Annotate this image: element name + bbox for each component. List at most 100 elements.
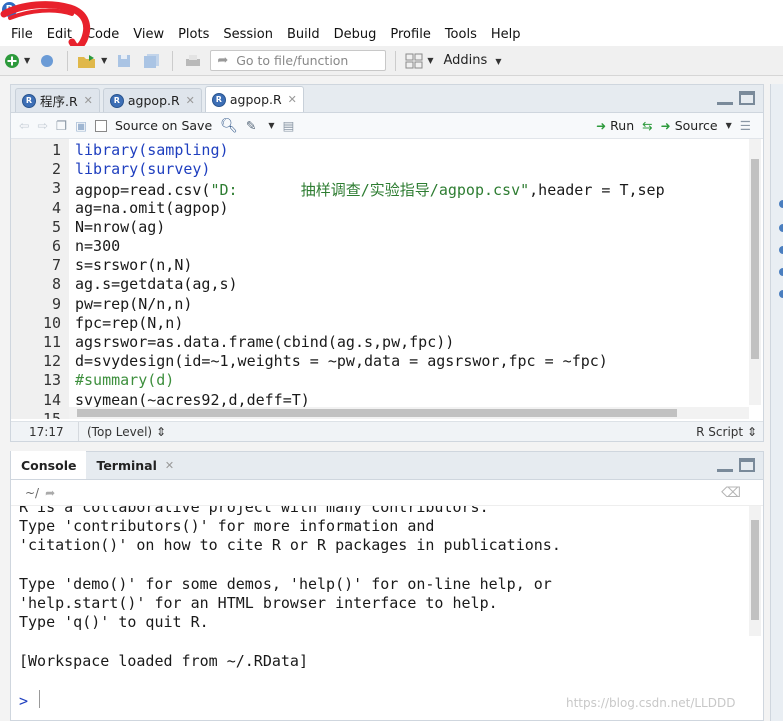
close-icon[interactable]: ✕ (84, 94, 93, 107)
chevron-down-icon: ▼ (101, 56, 108, 65)
scope-label: (Top Level) (87, 424, 153, 439)
menu-edit[interactable]: Edit (40, 27, 79, 42)
string-literal: "D: 抽样调查/实验指导/agpop.csv" (210, 181, 530, 200)
file-type-label: R Script (696, 424, 744, 439)
menu-build[interactable]: Build (280, 27, 327, 42)
go-to-file-input[interactable]: ➦ Go to file/function (210, 50, 387, 71)
menu-session[interactable]: Session (216, 27, 280, 42)
environment-item-icon (779, 290, 783, 298)
console-line: [Workspace loaded from ~/.RData] (19, 651, 308, 670)
code-line: library(sampling) (75, 141, 229, 159)
line-number: 15 (42, 409, 61, 419)
r-file-icon: R (211, 92, 226, 107)
updown-icon: ⇕ (746, 424, 757, 439)
console-prompt: > (19, 692, 29, 710)
save-button[interactable] (113, 50, 135, 72)
close-icon[interactable]: ✕ (186, 94, 195, 107)
scrollbar-thumb[interactable] (751, 520, 759, 620)
code-line: n=300 (75, 237, 121, 255)
scrollbar-thumb[interactable] (77, 409, 677, 417)
editor-status-bar: 17:17 (Top Level) ⇕ R Script ⇕ (11, 421, 763, 441)
project-icon (41, 54, 54, 67)
back-arrow-icon[interactable]: ⇦ (19, 118, 29, 133)
code-token: ,header = T,sep (529, 181, 665, 200)
menu-debug[interactable]: Debug (327, 27, 384, 42)
scrollbar-thumb[interactable] (751, 159, 759, 359)
watermark: https://blog.csdn.net/LLDDD (566, 696, 736, 710)
menu-help[interactable]: Help (484, 27, 528, 42)
menu-view[interactable]: View (126, 27, 171, 42)
file-type-selector[interactable]: R Script ⇕ (696, 425, 757, 439)
go-to-directory-icon[interactable]: ➦ (45, 486, 55, 500)
code-line: s=srswor(n,N) (75, 256, 193, 275)
console-output[interactable]: R is a collaborative project with many c… (11, 506, 763, 720)
editor-vertical-scrollbar[interactable] (749, 139, 761, 405)
editor-horizontal-scrollbar[interactable] (69, 407, 749, 419)
close-icon[interactable]: ✕ (288, 93, 297, 106)
search-icon[interactable]: 🔍︎ (220, 118, 238, 134)
tab-agpop-r-2[interactable]: R agpop.R ✕ (204, 86, 304, 112)
pane-layout-button[interactable]: ▼ (405, 50, 433, 72)
environment-item-icon (779, 200, 783, 208)
r-file-icon: R (109, 93, 124, 108)
menu-tools[interactable]: Tools (438, 27, 484, 42)
open-file-button[interactable]: ▼ (77, 50, 107, 72)
code-tools-wand-icon[interactable]: ✎ (246, 118, 256, 133)
environment-item-icon (779, 224, 783, 232)
updown-icon: ⇕ (155, 424, 166, 439)
addins-menu[interactable]: Addins ▼ (443, 53, 501, 68)
console-scrollbar[interactable] (749, 506, 761, 636)
line-number: 13 (42, 371, 61, 390)
menu-profile[interactable]: Profile (383, 27, 437, 42)
maximize-pane-icon[interactable] (739, 458, 755, 472)
chevron-down-icon: ▼ (427, 56, 434, 65)
minimize-pane-icon[interactable] (717, 458, 733, 472)
show-in-window-icon[interactable]: ❐ (56, 118, 67, 133)
scope-selector[interactable]: (Top Level) ⇕ (79, 425, 166, 439)
run-label: Run (610, 118, 635, 133)
console-line: R is a collaborative project with many c… (19, 506, 489, 516)
source-button[interactable]: ➜ Source ▼ (661, 118, 732, 133)
console-tab-bar: Console Terminal ✕ (11, 451, 763, 480)
code-line: agpop=read.csv("D: 抽样调查/实验指导/agpop.csv",… (75, 179, 665, 200)
clear-console-broom-icon[interactable]: ⌫ (721, 485, 741, 501)
run-button[interactable]: ➜ Run (596, 118, 634, 133)
line-number: 12 (42, 352, 61, 371)
line-number: 4 (51, 198, 61, 217)
print-button[interactable] (182, 50, 204, 72)
new-file-button[interactable]: ▼ (4, 50, 30, 72)
chevron-down-icon[interactable]: ▼ (268, 121, 274, 130)
environment-item-icon (779, 268, 783, 276)
tab-label: 程序.R (40, 94, 78, 109)
line-number-gutter: 1 2 3 4 5 6 7 8 9 10 11 12 13 14 15 (11, 139, 69, 419)
save-all-button[interactable] (141, 50, 163, 72)
tab-terminal[interactable]: Terminal ✕ (86, 451, 184, 479)
tab-agpop-r-1[interactable]: R agpop.R ✕ (102, 88, 202, 112)
rerun-icon[interactable]: ⇆ (642, 118, 652, 133)
menu-code[interactable]: Code (79, 27, 126, 42)
save-icon[interactable]: ▣ (75, 118, 87, 133)
forward-arrow-icon[interactable]: ⇨ (37, 118, 47, 133)
tab-program-r[interactable]: R 程序.R ✕ (15, 88, 100, 112)
line-number: 10 (42, 313, 61, 332)
source-on-save-checkbox[interactable] (95, 119, 107, 132)
compile-report-icon[interactable]: ▤ (283, 118, 295, 133)
code-line: library(survey) (75, 160, 211, 179)
tab-console[interactable]: Console (11, 451, 87, 479)
new-project-button[interactable] (36, 50, 58, 72)
minimize-pane-icon[interactable] (717, 91, 733, 105)
code-editor[interactable]: 1 2 3 4 5 6 7 8 9 10 11 12 13 14 15 library(sampling) l… (11, 139, 763, 419)
document-outline-icon[interactable]: ☰ (740, 118, 751, 133)
line-number: 3 (51, 179, 61, 198)
menu-plots[interactable]: Plots (171, 27, 216, 42)
save-icon (118, 54, 131, 67)
source-editor-pane: R 程序.R ✕ R agpop.R ✕ R agpop.R ✕ ⇦ ⇨ ❐ ▣… (10, 84, 764, 442)
line-number: 5 (51, 217, 61, 236)
code-line: #summary(d) (75, 371, 175, 390)
maximize-pane-icon[interactable] (739, 91, 755, 105)
editor-pane-controls (717, 91, 755, 105)
console-line: 'help.start()' for an HTML browser inter… (19, 594, 498, 612)
menu-file[interactable]: File (4, 27, 40, 42)
chevron-down-icon: ▼ (24, 56, 31, 65)
close-icon[interactable]: ✕ (165, 459, 174, 472)
